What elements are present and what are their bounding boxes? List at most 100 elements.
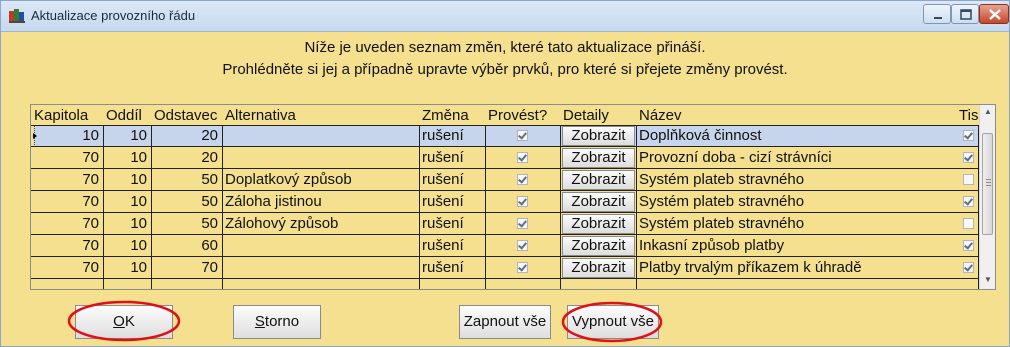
provest-checkbox[interactable] bbox=[517, 240, 528, 251]
cell-kapitola[interactable]: 70 bbox=[31, 169, 99, 191]
cell-zmena[interactable]: rušení bbox=[422, 147, 464, 169]
table-row[interactable]: 70 10 60 rušení Zobrazit Inkasní způsob platb… bbox=[31, 235, 979, 257]
column-separator bbox=[636, 213, 637, 235]
cell-odstavec[interactable]: 50 bbox=[151, 213, 218, 235]
header-zmena[interactable]: Změna bbox=[422, 107, 469, 124]
table-row[interactable]: 70 10 50 Doplatkový způsob rušení Zobrazit Sys… bbox=[31, 169, 979, 191]
cell-odstavec[interactable]: 50 bbox=[151, 191, 218, 213]
cell-alternativa[interactable]: Doplatkový způsob bbox=[225, 169, 352, 191]
header-provest[interactable]: Provést? bbox=[488, 107, 547, 124]
header-kapitola[interactable]: Kapitola bbox=[34, 107, 88, 124]
vypnout-vse-label: Vypnout vše bbox=[572, 313, 654, 330]
intro-line-2: Prohlédněte si jej a případně upravte vý… bbox=[222, 61, 788, 78]
tisk-checkbox[interactable] bbox=[963, 218, 974, 229]
minimize-button[interactable] bbox=[923, 4, 951, 24]
table-row[interactable]: 70 10 20 rušení Zobrazit Provozní doba - cizí… bbox=[31, 147, 979, 169]
cell-zmena[interactable]: rušení bbox=[422, 125, 464, 147]
cell-odstavec[interactable]: 60 bbox=[151, 235, 218, 257]
column-separator bbox=[560, 257, 561, 279]
cell-nazev[interactable]: Platby trvalým příkazem k úhradě bbox=[639, 257, 862, 279]
header-detaily[interactable]: Detaily bbox=[563, 107, 609, 124]
header-odstavec[interactable]: Odstavec bbox=[154, 107, 217, 124]
cell-kapitola[interactable]: 70 bbox=[31, 213, 99, 235]
cell-kapitola[interactable]: 70 bbox=[31, 191, 99, 213]
cell-nazev[interactable]: Systém plateb stravného bbox=[639, 169, 804, 191]
cell-zmena[interactable]: rušení bbox=[422, 257, 464, 279]
row-separator bbox=[31, 190, 979, 191]
table-row[interactable]: 70 10 50 Zálohový způsob rušení Zobrazit Systé… bbox=[31, 213, 979, 235]
scroll-up-icon[interactable]: ▲ bbox=[984, 107, 992, 116]
tisk-checkbox[interactable] bbox=[963, 152, 974, 163]
table-row[interactable]: 10 10 20 rušení Zobrazit Doplňková činnost bbox=[31, 125, 980, 147]
cell-kapitola[interactable]: 70 bbox=[31, 147, 99, 169]
cell-odstavec[interactable]: 20 bbox=[151, 125, 218, 147]
cell-zmena[interactable]: rušení bbox=[422, 169, 464, 191]
column-separator bbox=[636, 257, 637, 279]
cell-kapitola[interactable]: 10 bbox=[31, 125, 99, 147]
column-separator bbox=[419, 257, 420, 279]
storno-button[interactable]: Storno bbox=[233, 305, 321, 339]
cell-oddil[interactable]: 10 bbox=[103, 169, 147, 191]
cell-odstavec[interactable]: 20 bbox=[151, 147, 218, 169]
scrollbar-thumb[interactable] bbox=[982, 133, 993, 235]
zobrazit-button[interactable]: Zobrazit bbox=[562, 126, 635, 146]
provest-checkbox[interactable] bbox=[517, 130, 528, 141]
provest-checkbox[interactable] bbox=[517, 152, 528, 163]
zobrazit-button[interactable]: Zobrazit bbox=[562, 192, 635, 212]
cell-zmena[interactable]: rušení bbox=[422, 213, 464, 235]
cell-alternativa[interactable]: Záloha jistinou bbox=[225, 191, 322, 213]
vertical-scrollbar[interactable]: ▲ ▼ bbox=[979, 105, 995, 289]
zapnout-vse-button[interactable]: Zapnout vše bbox=[459, 305, 551, 339]
table-row[interactable]: 70 10 70 rušení Zobrazit Platby trvalým příka… bbox=[31, 257, 979, 279]
cell-oddil[interactable]: 10 bbox=[103, 147, 147, 169]
tisk-checkbox[interactable] bbox=[963, 240, 974, 251]
zobrazit-button[interactable]: Zobrazit bbox=[562, 148, 635, 168]
provest-checkbox[interactable] bbox=[517, 262, 528, 273]
ok-button[interactable]: OK bbox=[75, 305, 173, 339]
header-alternativa[interactable]: Alternativa bbox=[225, 107, 296, 124]
cell-nazev[interactable]: Systém plateb stravného bbox=[639, 213, 804, 235]
cell-nazev[interactable]: Systém plateb stravného bbox=[639, 191, 804, 213]
cell-nazev[interactable]: Provozní doba - cizí strávníci bbox=[639, 147, 832, 169]
cell-odstavec[interactable]: 50 bbox=[151, 169, 218, 191]
scroll-down-icon[interactable]: ▼ bbox=[984, 275, 992, 284]
header-nazev[interactable]: Název bbox=[639, 107, 682, 124]
cell-oddil[interactable]: 10 bbox=[103, 125, 147, 147]
cell-zmena[interactable]: rušení bbox=[422, 235, 464, 257]
window-title: Aktualizace provozního řádu bbox=[31, 8, 196, 23]
vypnout-vse-button[interactable]: Vypnout vše bbox=[567, 305, 659, 339]
row-separator bbox=[31, 168, 979, 169]
column-separator bbox=[419, 191, 420, 213]
cell-oddil[interactable]: 10 bbox=[103, 257, 147, 279]
table-row[interactable]: 70 10 50 Záloha jistinou rušení Zobrazit Systé… bbox=[31, 191, 979, 213]
column-separator bbox=[485, 257, 486, 279]
column-separator bbox=[560, 147, 561, 169]
cell-odstavec[interactable]: 70 bbox=[151, 257, 218, 279]
maximize-button[interactable] bbox=[951, 4, 979, 24]
cell-kapitola[interactable]: 70 bbox=[31, 235, 99, 257]
tisk-checkbox[interactable] bbox=[963, 262, 974, 273]
cell-nazev[interactable]: Doplňková činnost bbox=[639, 125, 762, 147]
tisk-checkbox[interactable] bbox=[963, 130, 974, 141]
tisk-checkbox[interactable] bbox=[963, 174, 974, 185]
provest-checkbox[interactable] bbox=[517, 218, 528, 229]
cell-alternativa[interactable]: Zálohový způsob bbox=[225, 213, 338, 235]
storno-mnemonic: S bbox=[254, 313, 265, 330]
zobrazit-button[interactable]: Zobrazit bbox=[562, 170, 635, 190]
zobrazit-button[interactable]: Zobrazit bbox=[562, 214, 635, 234]
cell-kapitola[interactable]: 70 bbox=[31, 257, 99, 279]
provest-checkbox[interactable] bbox=[517, 196, 528, 207]
provest-checkbox[interactable] bbox=[517, 174, 528, 185]
cell-oddil[interactable]: 10 bbox=[103, 191, 147, 213]
header-oddil[interactable]: Oddíl bbox=[106, 107, 142, 124]
zapnout-vse-label: Zapnout vše bbox=[463, 313, 547, 330]
tisk-checkbox[interactable] bbox=[963, 196, 974, 207]
cell-oddil[interactable]: 10 bbox=[103, 235, 147, 257]
cell-nazev[interactable]: Inkasní způsob platby bbox=[639, 235, 784, 257]
cell-zmena[interactable]: rušení bbox=[422, 191, 464, 213]
column-separator bbox=[560, 279, 561, 289]
zobrazit-button[interactable]: Zobrazit bbox=[562, 236, 635, 256]
zobrazit-button[interactable]: Zobrazit bbox=[562, 258, 635, 278]
cell-oddil[interactable]: 10 bbox=[103, 213, 147, 235]
close-button[interactable] bbox=[979, 4, 1009, 24]
